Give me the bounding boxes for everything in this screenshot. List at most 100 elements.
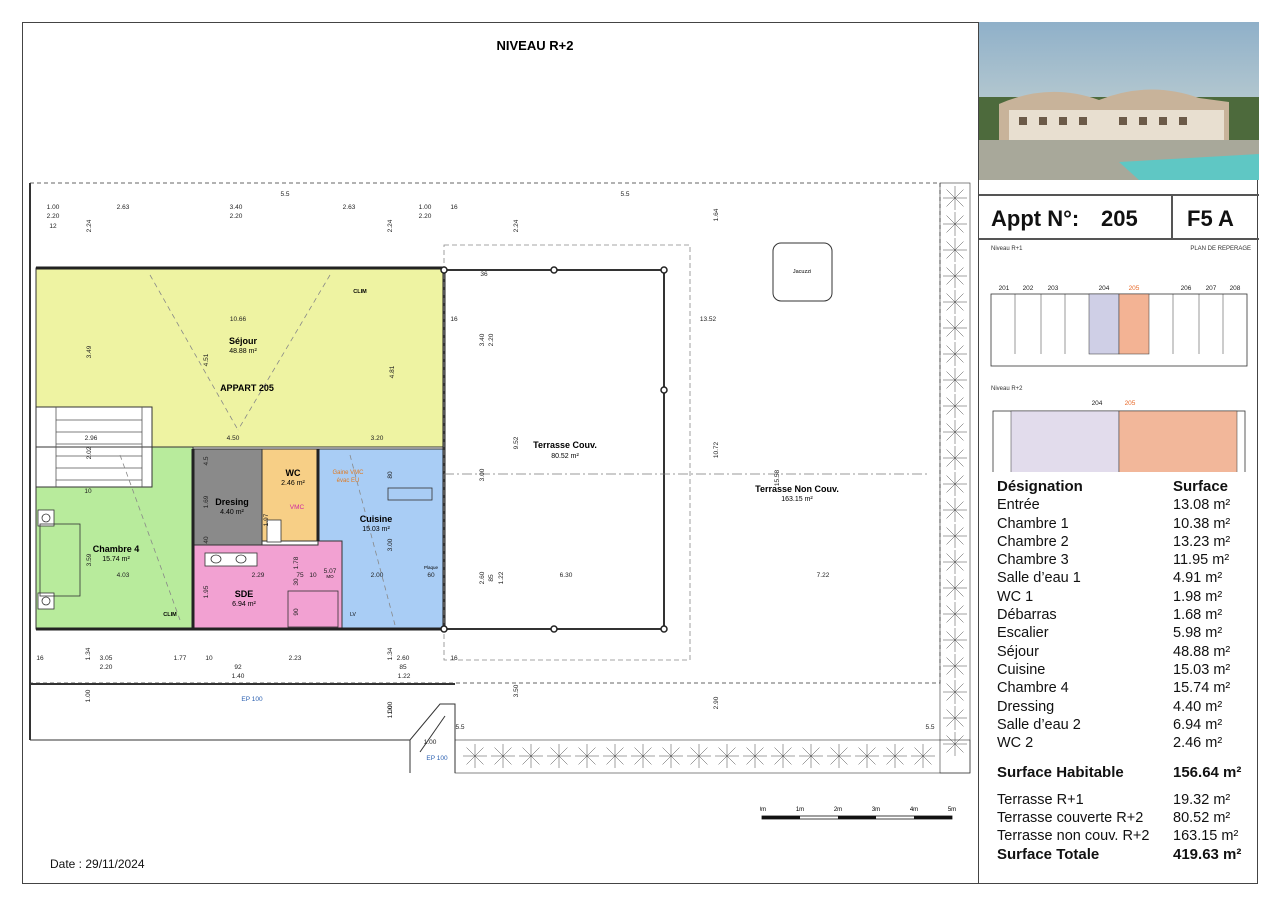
- mini-unit-label: 208: [1230, 285, 1241, 292]
- terrasse-couv-area: 80.52 m²: [551, 453, 579, 460]
- terrasse-non-couv-name: Terrasse Non Couv.: [755, 484, 839, 494]
- wc-name: WC: [286, 468, 301, 478]
- dimension-label: 3.49: [86, 345, 93, 358]
- row-name: Entrée: [997, 497, 1040, 514]
- row-name: Terrasse R+1: [997, 791, 1084, 808]
- mini-unit-label: 205: [1129, 285, 1140, 292]
- dimension-label: 2.24: [513, 219, 520, 232]
- row-value: 15.74 m²: [1173, 680, 1231, 697]
- row-name: Cuisine: [997, 661, 1046, 678]
- plaque-label: Plaque: [424, 565, 439, 570]
- dimension-label: 4.50: [227, 435, 240, 442]
- dimension-label: 1.00: [387, 705, 394, 718]
- dimension-label: 80: [387, 471, 394, 479]
- row-value: 163.15 m²: [1173, 828, 1239, 845]
- dimension-label: 10: [205, 655, 213, 662]
- dimension-label: 1.00: [85, 689, 92, 702]
- sde-area: 6.94 m²: [232, 601, 256, 608]
- table-row: Chambre 2 13.23 m²: [997, 533, 1247, 551]
- dressing-name: Dresing: [215, 497, 249, 507]
- row-value: 4.91 m²: [1173, 570, 1223, 587]
- mini-unit-label: 203: [1048, 285, 1059, 292]
- dimension-label: 5.5: [620, 191, 629, 198]
- row-name: Chambre 3: [997, 552, 1069, 569]
- dimension-label: 7.22: [817, 572, 830, 579]
- row-name: Salle d’eau 1: [997, 570, 1081, 587]
- scale-tick-label: 0m: [760, 807, 766, 813]
- mini-unit-label: 207: [1206, 285, 1217, 292]
- table-header: Désignation Surface: [997, 478, 1247, 496]
- dimension-label: 1.77: [174, 655, 187, 662]
- appt-header: Appt N°: 205 F5 A: [979, 194, 1259, 240]
- location-plan: Niveau R+1 PLAN DE REPERAGE Niveau R+2 2…: [990, 246, 1251, 472]
- dimension-label: 3.00: [387, 538, 394, 551]
- dimension-label: 1.97: [263, 513, 270, 526]
- row-value: 48.88 m²: [1173, 643, 1231, 660]
- dimension-label: 1.40: [232, 673, 245, 680]
- sde-name: SDE: [235, 589, 254, 599]
- level-title: NIVEAU R+2: [497, 38, 574, 53]
- scale-bar: 0m 1m 2m 3m 4m 5m: [760, 807, 956, 820]
- dimension-label: 10.72: [713, 441, 720, 458]
- planter-bottom: [454, 739, 971, 774]
- floor-plan: NIVEAU R+2 Jacuzzi Séjour 48.88 m² APPAR…: [29, 38, 971, 774]
- dimension-label: 9.52: [513, 436, 520, 449]
- dimension-label: 2.60: [397, 655, 410, 662]
- dimension-label: 2.29: [252, 572, 265, 579]
- dimension-label: 30: [293, 578, 300, 586]
- dimension-label: 10: [309, 572, 317, 579]
- appt-label: Appt N°:: [991, 206, 1080, 231]
- dimension-label: 15.58: [774, 469, 781, 486]
- row-value: 1.68 m²: [1173, 607, 1223, 624]
- mini-r2-unit-205: [1118, 410, 1238, 472]
- dimension-label: 2.20: [47, 213, 60, 220]
- dimension-label: 2.20: [488, 333, 495, 346]
- dimension-label: 5.07: [324, 568, 337, 575]
- dimension-label: 85: [399, 664, 407, 671]
- dimension-label: 1.95: [203, 585, 210, 598]
- dimension-label: 36: [480, 271, 488, 278]
- apartment-label: APPART 205: [220, 383, 274, 393]
- dimension-label: 16: [450, 204, 458, 211]
- dimension-label: 4.51: [203, 353, 210, 366]
- dimension-label: 2.20: [230, 213, 243, 220]
- dimension-label: 6.30: [560, 572, 573, 579]
- chambre4-name: Chambre 4: [93, 544, 140, 554]
- dimension-label: 2.00: [371, 572, 384, 579]
- info-panel: Appt N°: 205 F5 A Niveau R+1 PLAN DE REP…: [978, 22, 1259, 884]
- table-row: Terrasse couverte R+2 80.52 m²: [997, 809, 1247, 827]
- building-render-image: [979, 22, 1259, 180]
- mini-unit-label: 201: [999, 285, 1010, 292]
- header-designation: Désignation: [997, 478, 1083, 495]
- appt-type: F5 A: [1187, 206, 1234, 231]
- dimension-label: 3.00: [479, 468, 486, 481]
- mini-level1-label: Niveau R+1: [991, 246, 1023, 252]
- row-name: Escalier: [997, 625, 1049, 642]
- row-value: 5.98 m²: [1173, 625, 1223, 642]
- dimension-label: 16: [450, 655, 458, 662]
- row-value: 13.08 m²: [1173, 497, 1231, 514]
- row-value: 4.40 m²: [1173, 698, 1223, 715]
- dimension-label: 2.23: [289, 655, 302, 662]
- habitable-row: Surface Habitable 156.64 m²: [997, 764, 1247, 782]
- dimension-label: 40: [203, 536, 210, 544]
- dimension-label: 2.20: [100, 664, 113, 671]
- dimension-label: 4.5: [203, 456, 210, 465]
- table-row: WC 1 1.98 m²: [997, 588, 1247, 606]
- dimension-label: 90: [293, 608, 300, 616]
- mini-plan-reperage: PLAN DE REPERAGE: [1190, 246, 1251, 252]
- planter-plants: [463, 186, 967, 768]
- dimension-label: 3.59: [86, 553, 93, 566]
- appt-number: 205: [1101, 206, 1138, 231]
- dimension-label: 12: [49, 223, 57, 230]
- mini-r2-unit-204: [1010, 410, 1120, 472]
- row-name: Séjour: [997, 643, 1039, 660]
- dimension-label: 5.5: [925, 724, 934, 731]
- appt-divider: [1171, 196, 1173, 238]
- dimension-label: 2.96: [85, 435, 98, 442]
- wc-area: 2.46 m²: [281, 480, 305, 487]
- gaine-label: Gaine VMC: [332, 470, 364, 476]
- mini-r1-unit-204: [1088, 293, 1120, 355]
- habitable-label: Surface Habitable: [997, 764, 1124, 782]
- scale-tick-label: 2m: [834, 807, 842, 813]
